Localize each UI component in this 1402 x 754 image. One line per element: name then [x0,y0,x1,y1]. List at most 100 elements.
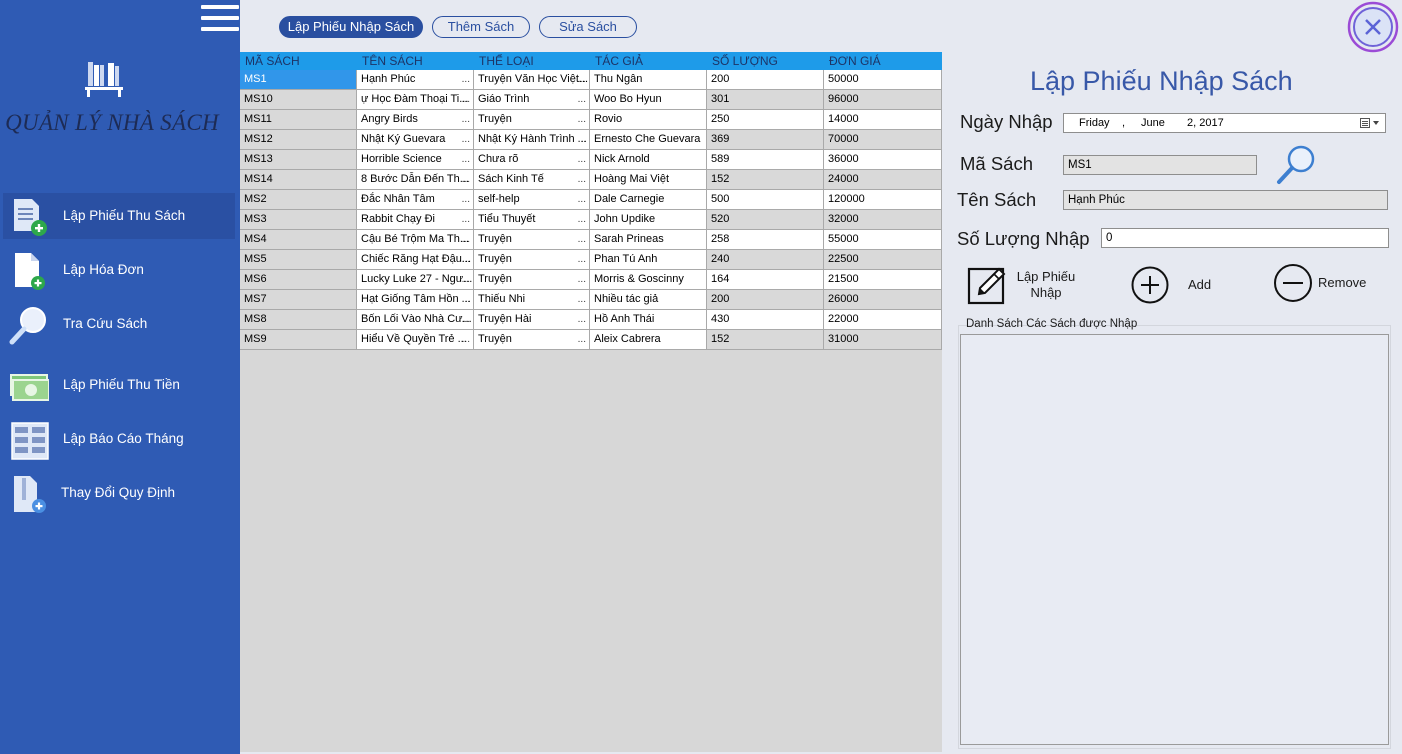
table-cell-ma-sach[interactable]: MS7 [240,290,357,310]
table-cell-ma-sach[interactable]: MS6 [240,270,357,290]
table-cell-so-luong[interactable]: 200 [707,70,824,90]
table-cell-tac-gia[interactable]: Nick Arnold [590,150,707,170]
table-cell-ten-sach[interactable]: 8 Bước Dẫn Đến Th...... [357,170,474,190]
table-cell-don-gia[interactable]: 32000 [824,210,942,230]
table-row[interactable]: MS13 Horrible Science... Chưa rõ... Nick A… [240,150,942,170]
table-cell-the-loai[interactable]: Chưa rõ... [474,150,590,170]
table-cell-so-luong[interactable]: 589 [707,150,824,170]
table-cell-so-luong[interactable]: 430 [707,310,824,330]
table-cell-ten-sach[interactable]: Đắc Nhân Tâm... [357,190,474,210]
table-cell-so-luong[interactable]: 152 [707,330,824,350]
sidebar-item-thay-doi-quy-dinh[interactable]: Thay Đổi Quy Định [3,470,235,516]
table-cell-the-loai[interactable]: Truyện Văn Học Việt...... [474,70,590,90]
table-cell-ma-sach[interactable]: MS5 [240,250,357,270]
so-luong-nhap-input[interactable] [1101,228,1389,248]
tab-lap-phieu-nhap-sach[interactable]: Lập Phiếu Nhập Sách [279,16,423,38]
table-cell-tac-gia[interactable]: Phan Tú Anh [590,250,707,270]
table-cell-the-loai[interactable]: Nhật Ký Hành Trình ...... [474,130,590,150]
table-cell-ma-sach[interactable]: MS3 [240,210,357,230]
table-row[interactable]: MS11 Angry Birds... Truyện... Rovio 250 14000 [240,110,942,130]
table-cell-don-gia[interactable]: 26000 [824,290,942,310]
table-cell-so-luong[interactable]: 200 [707,290,824,310]
table-cell-don-gia[interactable]: 96000 [824,90,942,110]
table-cell-don-gia[interactable]: 50000 [824,70,942,90]
table-cell-so-luong[interactable]: 164 [707,270,824,290]
tab-them-sach[interactable]: Thêm Sách [432,16,530,38]
table-cell-the-loai[interactable]: Sách Kinh Tế... [474,170,590,190]
table-cell-ma-sach[interactable]: MS10 [240,90,357,110]
table-cell-don-gia[interactable]: 14000 [824,110,942,130]
table-cell-the-loai[interactable]: Truyện Hài... [474,310,590,330]
close-icon[interactable] [1347,1,1399,53]
table-row[interactable]: MS2 Đắc Nhân Tâm... self-help... Dale Carne… [240,190,942,210]
table-cell-don-gia[interactable]: 70000 [824,130,942,150]
sidebar-item-lap-phieu-thu-tien[interactable]: Lập Phiếu Thu Tiền [3,362,235,408]
table-cell-ten-sach[interactable]: Rabbit Chạy Đi... [357,210,474,230]
table-cell-tac-gia[interactable]: Woo Bo Hyun [590,90,707,110]
table-cell-tac-gia[interactable]: Nhiều tác giả [590,290,707,310]
column-header-tac-gia[interactable]: TÁC GIẢ [590,52,707,70]
table-cell-tac-gia[interactable]: Aleix Cabrera [590,330,707,350]
table-cell-ma-sach[interactable]: MS12 [240,130,357,150]
table-row[interactable]: MS10 ự Học Đàm Thoại Ti...... Giáo Trình..… [240,90,942,110]
sidebar-item-tra-cuu-sach[interactable]: Tra Cứu Sách [3,301,235,347]
table-row[interactable]: MS1 Hạnh Phúc... Truyện Văn Học Việt......… [240,70,942,90]
table-cell-ma-sach[interactable]: MS1 [240,70,357,90]
add-button[interactable]: Add [1129,263,1219,305]
table-cell-the-loai[interactable]: Thiếu Nhi... [474,290,590,310]
table-cell-don-gia[interactable]: 22500 [824,250,942,270]
table-cell-the-loai[interactable]: Truyện... [474,270,590,290]
table-cell-ten-sach[interactable]: Hạt Giống Tâm Hồn ...... [357,290,474,310]
sidebar-item-lap-phieu-thu-sach[interactable]: Lập Phiếu Thu Sách [3,193,235,239]
sidebar-item-lap-hoa-don[interactable]: Lập Hóa Đơn [3,247,235,293]
ma-sach-input[interactable] [1063,155,1257,175]
table-cell-tac-gia[interactable]: Ernesto Che Guevara [590,130,707,150]
table-cell-don-gia[interactable]: 22000 [824,310,942,330]
imported-books-list[interactable] [960,334,1389,745]
table-cell-ma-sach[interactable]: MS11 [240,110,357,130]
table-cell-the-loai[interactable]: self-help... [474,190,590,210]
table-cell-so-luong[interactable]: 520 [707,210,824,230]
table-cell-don-gia[interactable]: 31000 [824,330,942,350]
sidebar-item-lap-bao-cao-thang[interactable]: Lập Báo Cáo Tháng [3,416,235,462]
table-cell-ten-sach[interactable]: Bốn Lối Vào Nhà Cư...... [357,310,474,330]
table-cell-the-loai[interactable]: Truyện... [474,330,590,350]
tab-sua-sach[interactable]: Sửa Sách [539,16,637,38]
table-cell-ma-sach[interactable]: MS14 [240,170,357,190]
table-row[interactable]: MS9 Hiểu Về Quyền Trẻ ...... Truyện... Alei… [240,330,942,350]
table-cell-the-loai[interactable]: Truyện... [474,110,590,130]
table-cell-don-gia[interactable]: 36000 [824,150,942,170]
table-row[interactable]: MS3 Rabbit Chạy Đi... Tiểu Thuyết... John U… [240,210,942,230]
table-cell-so-luong[interactable]: 152 [707,170,824,190]
table-cell-tac-gia[interactable]: Morris & Goscinny [590,270,707,290]
table-cell-ten-sach[interactable]: Lucky Luke 27 - Ngư...... [357,270,474,290]
table-cell-the-loai[interactable]: Giáo Trình... [474,90,590,110]
table-cell-tac-gia[interactable]: Hồ Anh Thái [590,310,707,330]
table-cell-ten-sach[interactable]: Chiếc Răng Hạt Đậu...... [357,250,474,270]
table-cell-so-luong[interactable]: 301 [707,90,824,110]
table-cell-ten-sach[interactable]: Angry Birds... [357,110,474,130]
table-cell-tac-gia[interactable]: Hoàng Mai Việt [590,170,707,190]
table-cell-so-luong[interactable]: 240 [707,250,824,270]
table-cell-so-luong[interactable]: 258 [707,230,824,250]
table-cell-ma-sach[interactable]: MS13 [240,150,357,170]
table-cell-the-loai[interactable]: Truyện... [474,250,590,270]
remove-button[interactable]: Remove [1272,261,1382,303]
table-cell-don-gia[interactable]: 24000 [824,170,942,190]
table-cell-ma-sach[interactable]: MS9 [240,330,357,350]
table-cell-so-luong[interactable]: 369 [707,130,824,150]
table-cell-tac-gia[interactable]: Thu Ngân [590,70,707,90]
lap-phieu-nhap-button[interactable]: Lập Phiếu Nhập [964,262,1084,308]
table-cell-ma-sach[interactable]: MS2 [240,190,357,210]
table-cell-tac-gia[interactable]: Rovio [590,110,707,130]
column-header-so-luong[interactable]: SỐ LƯỢNG [707,52,824,70]
table-row[interactable]: MS5 Chiếc Răng Hạt Đậu...... Truyện... Phan… [240,250,942,270]
table-cell-tac-gia[interactable]: Dale Carnegie [590,190,707,210]
table-cell-ten-sach[interactable]: Hiểu Về Quyền Trẻ ...... [357,330,474,350]
column-header-the-loai[interactable]: THỂ LOẠI [474,52,590,70]
table-cell-the-loai[interactable]: Tiểu Thuyết... [474,210,590,230]
column-header-don-gia[interactable]: ĐƠN GIÁ [824,52,942,70]
table-cell-ten-sach[interactable]: Horrible Science... [357,150,474,170]
table-cell-don-gia[interactable]: 120000 [824,190,942,210]
column-header-ma-sach[interactable]: MÃ SÁCH [240,52,357,70]
